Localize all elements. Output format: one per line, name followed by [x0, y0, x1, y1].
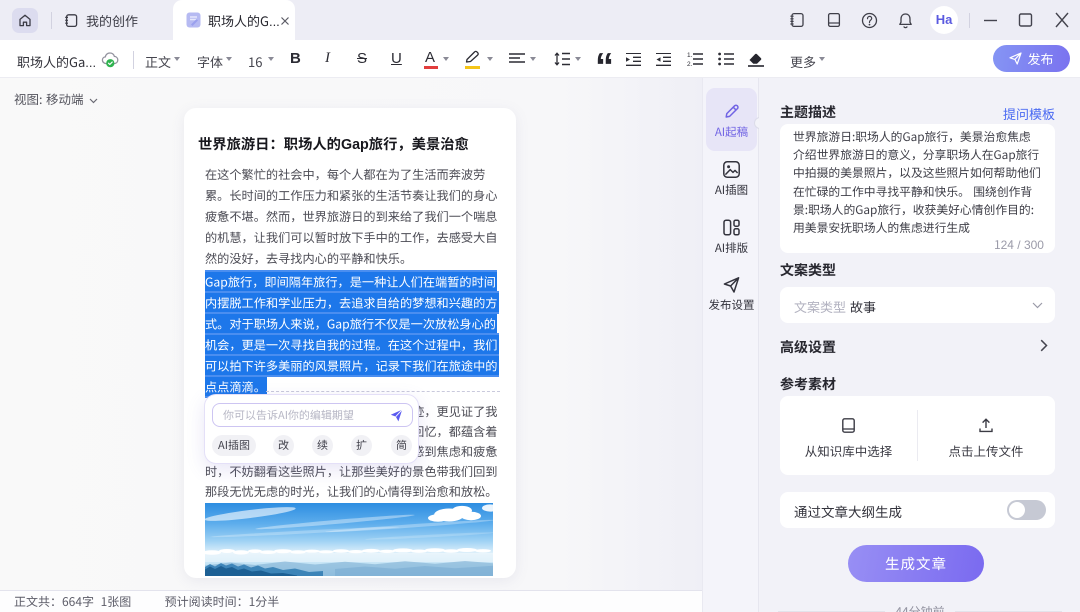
- svg-text:2.: 2.: [687, 61, 693, 66]
- svg-text:1.: 1.: [687, 52, 693, 59]
